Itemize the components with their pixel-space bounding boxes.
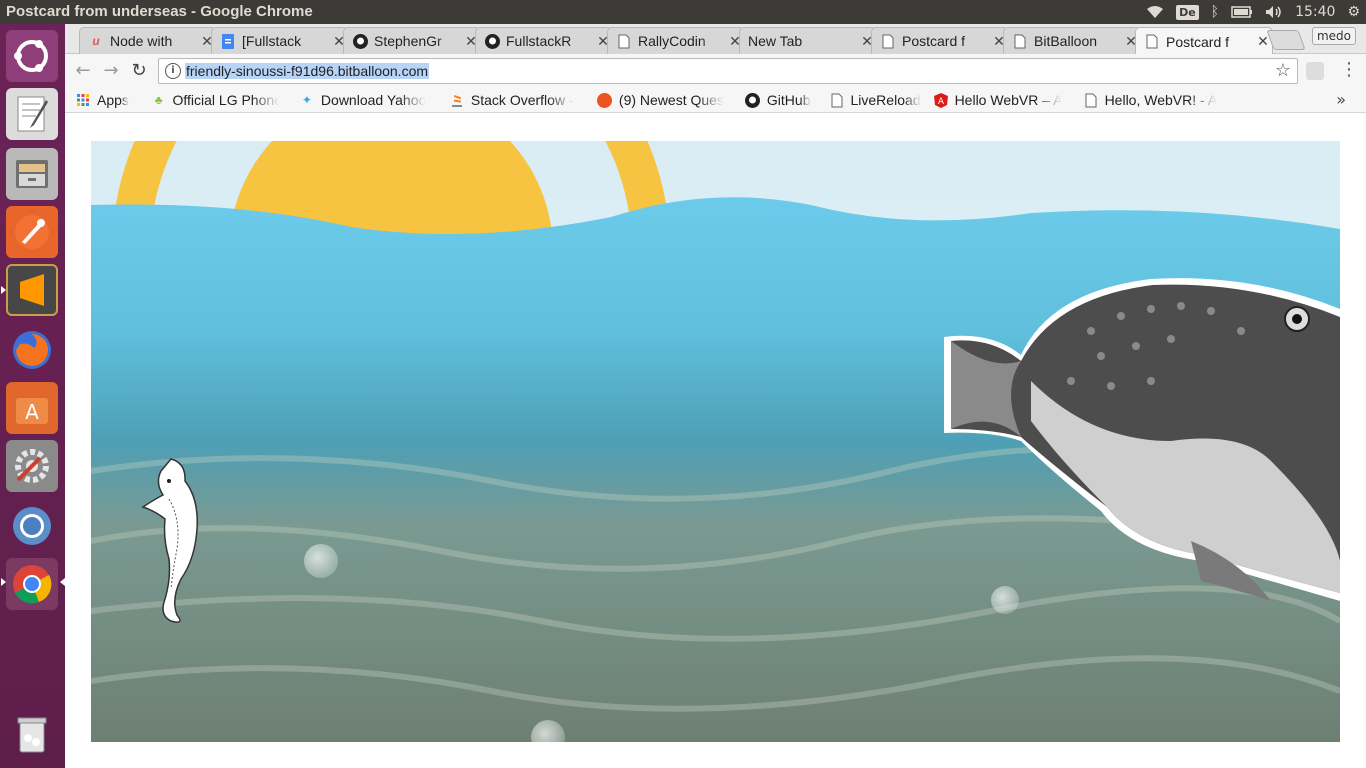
bubble — [991, 586, 1019, 614]
battery-icon[interactable] — [1231, 6, 1253, 18]
keyboard-layout-indicator[interactable]: De — [1176, 4, 1199, 20]
bookmark-label: Official LG Phone — [172, 92, 279, 108]
bookmark-label: LiveReload — [850, 92, 921, 108]
github-icon — [352, 33, 368, 49]
page-icon — [880, 33, 896, 49]
system-tray: De ᛒ 15:40 ⚙ — [1140, 0, 1366, 24]
bookmark-label: Download Yahoo — [320, 92, 427, 108]
bookmark-star-icon[interactable]: ☆ — [1275, 60, 1291, 81]
page-icon — [616, 33, 632, 49]
reload-icon[interactable]: ↻ — [127, 60, 151, 82]
tab-stephengr[interactable]: StephenGr ✕ — [343, 27, 481, 54]
tab-label: FullstackR — [506, 33, 572, 49]
tab-postcard-1[interactable]: Postcard f ✕ — [871, 27, 1009, 54]
system-settings-icon[interactable] — [6, 440, 58, 492]
tab-bitballoon[interactable]: BitBalloon ✕ — [1003, 27, 1141, 54]
tab-fullstackr[interactable]: FullstackR ✕ — [475, 27, 613, 54]
android-icon: ♣ — [154, 93, 163, 107]
text-editor-icon[interactable] — [6, 88, 58, 140]
forward-arrow-icon[interactable]: → — [99, 60, 123, 82]
gear-icon[interactable]: ⚙ — [1347, 4, 1360, 20]
top-panel: Postcard from underseas - Google Chrome … — [0, 0, 1366, 24]
software-center-icon[interactable]: A — [6, 382, 58, 434]
postman-icon[interactable] — [6, 206, 58, 258]
info-icon[interactable]: i — [165, 63, 181, 79]
url-text[interactable]: friendly-sinoussi-f91d96.bitballoon.com — [185, 63, 430, 79]
yahoo-icon: ✦ — [301, 93, 312, 107]
profile-button[interactable]: medo — [1312, 27, 1356, 45]
tab-rallycoding[interactable]: RallyCodin ✕ — [607, 27, 745, 54]
bookmark-newest-questions[interactable]: (9) Newest Ques — [597, 92, 735, 108]
tab-strip: u Node with ✕ [Fullstack ✕ StephenGr ✕ F… — [65, 24, 1366, 55]
bookmark-label: GitHub — [766, 92, 811, 108]
back-arrow-icon[interactable]: ← — [71, 60, 95, 82]
bookmark-stack-overflow[interactable]: Stack Overflow - — [449, 92, 583, 108]
tab-postcard-active[interactable]: Postcard f ✕ — [1135, 27, 1273, 55]
bookmark-label: Apps — [97, 92, 129, 108]
apps-grid-icon — [75, 92, 91, 108]
bookmark-label: Hello WebVR – A — [954, 92, 1063, 108]
clock[interactable]: 15:40 — [1295, 4, 1335, 20]
firefox-icon[interactable] — [6, 324, 58, 376]
tab-label: Postcard f — [902, 33, 966, 49]
ubuntu-dash-icon[interactable] — [6, 30, 58, 82]
tab-label: RallyCodin — [638, 33, 706, 49]
page-icon — [1144, 34, 1160, 50]
keyboard-layout-label: De — [1176, 4, 1199, 20]
bookmark-label: Stack Overflow - — [470, 92, 574, 108]
bookmark-label: Hello, WebVR! - A — [1104, 92, 1218, 108]
github-icon — [484, 33, 500, 49]
page-icon — [1012, 33, 1028, 49]
extension-icon[interactable] — [1306, 62, 1324, 80]
bookmark-apps[interactable]: Apps — [75, 92, 129, 108]
bookmarks-overflow-button[interactable]: » — [1336, 90, 1346, 109]
ask-icon — [597, 92, 613, 108]
tab-node-with[interactable]: u Node with ✕ — [79, 27, 217, 54]
tab-fullstack-doc[interactable]: [Fullstack ✕ — [211, 27, 349, 54]
docs-icon — [220, 33, 236, 49]
chromium-icon[interactable] — [6, 500, 58, 552]
bluetooth-icon[interactable]: ᛒ — [1211, 4, 1219, 20]
bookmark-yahoo[interactable]: ✦ Download Yahoo — [299, 92, 433, 108]
wifi-icon[interactable] — [1146, 5, 1164, 19]
google-chrome-icon[interactable] — [6, 558, 58, 610]
launcher: A — [0, 24, 65, 768]
trash-icon[interactable] — [6, 708, 58, 760]
bookmark-github[interactable]: GitHub — [745, 92, 811, 108]
bookmark-label: (9) Newest Ques — [618, 92, 724, 108]
bubble — [304, 544, 338, 578]
github-icon — [745, 92, 761, 108]
bookmark-livereload[interactable]: LiveReload — [829, 92, 921, 108]
svg-text:A: A — [937, 97, 944, 107]
sublime-text-icon[interactable] — [6, 264, 58, 316]
volume-icon[interactable] — [1265, 5, 1283, 19]
bookmark-lg-phone[interactable]: ♣ Official LG Phone — [151, 92, 279, 108]
browser-toolbar: ← → ↻ i friendly-sinoussi-f91d96.bitball… — [65, 54, 1366, 88]
bookmarks-bar: Apps ♣ Official LG Phone ✦ Download Yaho… — [65, 88, 1366, 113]
stackoverflow-icon — [449, 92, 465, 108]
svg-text:A: A — [25, 400, 39, 424]
tab-label: New Tab — [748, 33, 803, 49]
tab-label: Node with — [110, 33, 173, 49]
page-icon — [1083, 92, 1099, 108]
bookmark-hello-webvr[interactable]: A Hello WebVR – A — [933, 92, 1069, 108]
address-bar[interactable]: i friendly-sinoussi-f91d96.bitballoon.co… — [158, 58, 1298, 84]
scene-illustration — [91, 141, 1340, 742]
files-icon[interactable] — [6, 148, 58, 200]
tab-label: Postcard f — [1166, 33, 1230, 50]
tab-new-tab[interactable]: New Tab ✕ — [739, 27, 877, 54]
page-icon — [829, 92, 845, 108]
udemy-icon: u — [92, 34, 100, 48]
window-title: Postcard from underseas - Google Chrome — [6, 3, 313, 20]
page-viewport — [65, 113, 1366, 768]
underwater-postcard-scene — [91, 141, 1340, 742]
tab-label: BitBalloon — [1034, 33, 1098, 49]
tab-label: StephenGr — [374, 33, 442, 49]
tab-label: [Fullstack — [242, 33, 302, 49]
angular-icon: A — [933, 92, 949, 108]
bookmark-hello-webvr-2[interactable]: Hello, WebVR! - A — [1083, 92, 1223, 108]
menu-kebab-icon[interactable]: ⋮ — [1340, 59, 1358, 80]
new-tab-button[interactable] — [1266, 30, 1306, 50]
